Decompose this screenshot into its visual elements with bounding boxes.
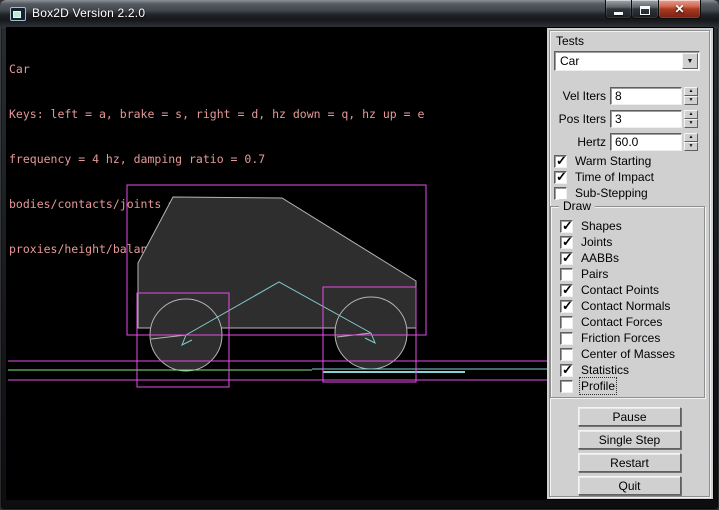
spinner-up-icon[interactable]: ▲ (684, 87, 698, 96)
pos-iters-input[interactable]: 3 (610, 110, 682, 128)
checkbox-box[interactable] (554, 155, 567, 168)
spinner-up-icon[interactable]: ▲ (684, 110, 698, 119)
tests-dropdown[interactable]: Car ▼ (554, 51, 700, 71)
close-button[interactable]: ✕ (658, 0, 701, 19)
window-title: Box2D Version 2.2.0 (32, 6, 145, 20)
caption-buttons: ✕ (606, 0, 701, 19)
draw-checkbox-joints[interactable]: Joints (560, 235, 612, 249)
hertz-input[interactable]: 60.0 (610, 133, 682, 151)
checkbox-box[interactable] (560, 220, 573, 233)
vel-iters-spinner: ▲ ▼ (684, 87, 698, 105)
draw-checkbox-pairs[interactable]: Pairs (560, 267, 608, 281)
checkbox-box[interactable] (560, 236, 573, 249)
draw-checkbox-statistics[interactable]: Statistics (560, 363, 629, 377)
hertz-spinner: ▲ ▼ (684, 133, 698, 151)
draw-checkbox-friction-forces[interactable]: Friction Forces (560, 331, 660, 345)
checkbox-warm-starting[interactable]: Warm Starting (554, 154, 651, 168)
draw-checkbox-center-of-masses[interactable]: Center of Masses (560, 347, 675, 361)
draw-checkbox-profile[interactable]: Profile (560, 379, 615, 393)
app-window: Box2D Version 2.2.0 ✕ Car Keys: left = a… (0, 0, 719, 510)
vel-iters-input[interactable]: 8 (610, 87, 682, 105)
checkbox-box[interactable] (560, 284, 573, 297)
checkbox-box[interactable] (560, 380, 573, 393)
simulation-canvas[interactable]: Car Keys: left = a, brake = s, right = d… (7, 28, 547, 499)
pos-iters-row: Pos Iters 3 ▲ ▼ (547, 110, 707, 128)
hertz-row: Hertz 60.0 ▲ ▼ (547, 133, 707, 151)
checkbox-box[interactable] (554, 187, 567, 200)
checkbox-box[interactable] (560, 300, 573, 313)
hertz-label: Hertz (547, 135, 606, 149)
chevron-down-icon: ▼ (687, 58, 694, 65)
checkbox-box[interactable] (560, 316, 573, 329)
titlebar[interactable]: Box2D Version 2.2.0 ✕ (0, 0, 719, 28)
checkbox-box[interactable] (560, 364, 573, 377)
checkbox-sub-stepping[interactable]: Sub-Stepping (554, 186, 648, 200)
app-icon (10, 7, 26, 21)
draw-checkbox-contact-forces[interactable]: Contact Forces (560, 315, 662, 329)
draw-checkbox-contact-normals[interactable]: Contact Normals (560, 299, 670, 313)
spinner-down-icon[interactable]: ▼ (684, 96, 698, 105)
draw-checkbox-shapes[interactable]: Shapes (560, 219, 622, 233)
minimize-button[interactable] (605, 0, 632, 19)
minimize-icon (614, 12, 623, 15)
spinner-down-icon[interactable]: ▼ (684, 119, 698, 128)
draw-group: Draw Shapes Joints AABBs Pairs (550, 206, 705, 398)
checkbox-box[interactable] (560, 332, 573, 345)
spinner-up-icon[interactable]: ▲ (684, 133, 698, 142)
checkbox-box[interactable] (554, 171, 567, 184)
spinner-down-icon[interactable]: ▼ (684, 142, 698, 151)
tests-label: Tests (556, 34, 584, 48)
restart-button[interactable]: Restart (578, 453, 681, 472)
checkbox-box[interactable] (560, 348, 573, 361)
pos-iters-label: Pos Iters (547, 112, 606, 126)
debug-draw (7, 28, 547, 499)
close-icon: ✕ (674, 1, 684, 18)
vel-iters-row: Vel Iters 8 ▲ ▼ (547, 87, 707, 105)
vel-iters-label: Vel Iters (547, 89, 606, 103)
tests-dropdown-value: Car (560, 54, 579, 68)
client-area: Car Keys: left = a, brake = s, right = d… (7, 28, 713, 499)
tests-dropdown-button[interactable]: ▼ (682, 53, 698, 69)
control-panel: Tests Car ▼ Vel Iters 8 ▲ ▼ Pos Iters 3 (547, 28, 713, 499)
checkbox-time-of-impact[interactable]: Time of Impact (554, 170, 654, 184)
single-step-button[interactable]: Single Step (578, 430, 681, 449)
draw-checkbox-contact-points[interactable]: Contact Points (560, 283, 659, 297)
maximize-icon (640, 6, 650, 15)
draw-checkbox-aabbs[interactable]: AABBs (560, 251, 619, 265)
checkbox-box[interactable] (560, 268, 573, 281)
checkbox-box[interactable] (560, 252, 573, 265)
maximize-button[interactable] (631, 0, 659, 19)
draw-group-title: Draw (559, 199, 595, 213)
pause-button[interactable]: Pause (578, 407, 681, 426)
pos-iters-spinner: ▲ ▼ (684, 110, 698, 128)
quit-button[interactable]: Quit (578, 476, 681, 495)
